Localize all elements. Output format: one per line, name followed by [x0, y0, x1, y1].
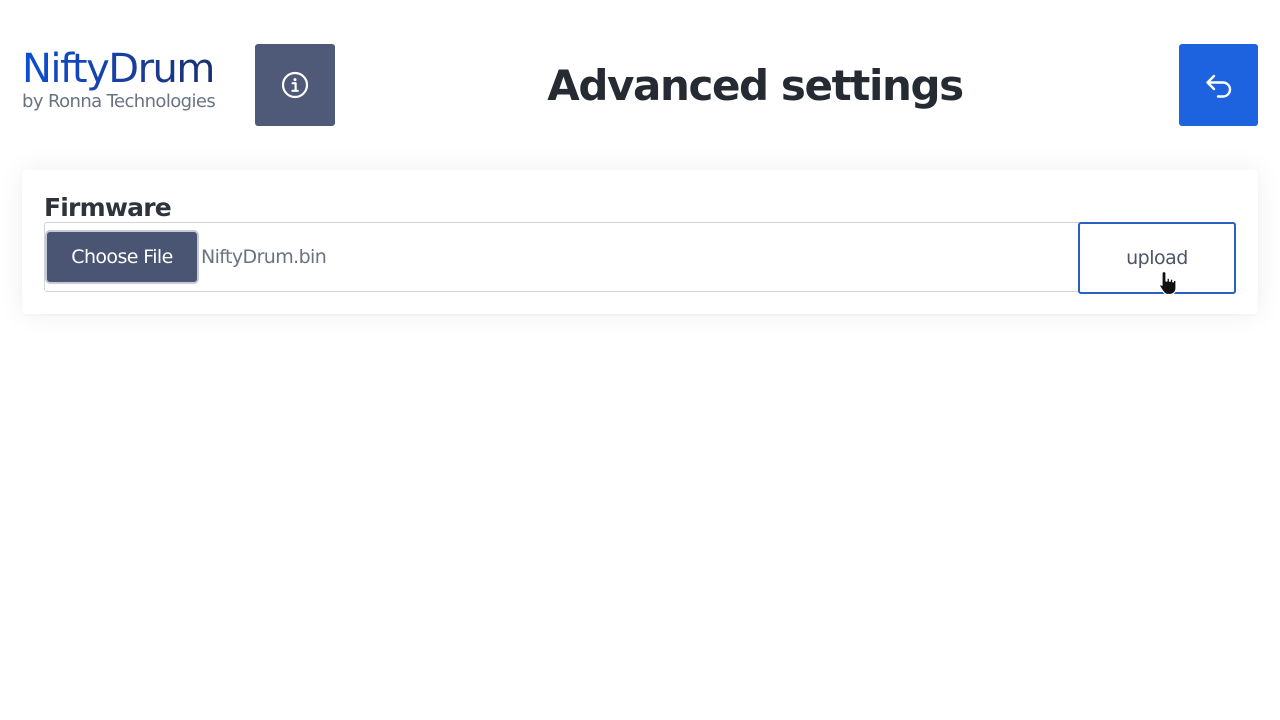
brand: NiftyDrum by Ronna Technologies	[22, 44, 216, 114]
choose-file-button[interactable]: Choose File	[45, 230, 199, 284]
upload-button[interactable]: upload	[1078, 222, 1236, 294]
back-button[interactable]	[1179, 44, 1258, 126]
firmware-title: Firmware	[44, 193, 172, 222]
firmware-file-row: Choose File NiftyDrum.bin upload	[44, 222, 1236, 294]
selected-file-name: NiftyDrum.bin	[201, 246, 327, 268]
advanced-settings-page: NiftyDrum by Ronna Technologies Advanced…	[0, 0, 1280, 720]
brand-subtitle: by Ronna Technologies	[22, 91, 216, 112]
info-circle-icon	[281, 71, 309, 99]
undo-arrow-icon	[1205, 74, 1231, 98]
page-title: Advanced settings	[547, 61, 964, 110]
info-button[interactable]	[255, 44, 335, 126]
brand-name: NiftyDrum	[22, 46, 215, 92]
firmware-card: Firmware Choose File NiftyDrum.bin uploa…	[22, 170, 1258, 314]
